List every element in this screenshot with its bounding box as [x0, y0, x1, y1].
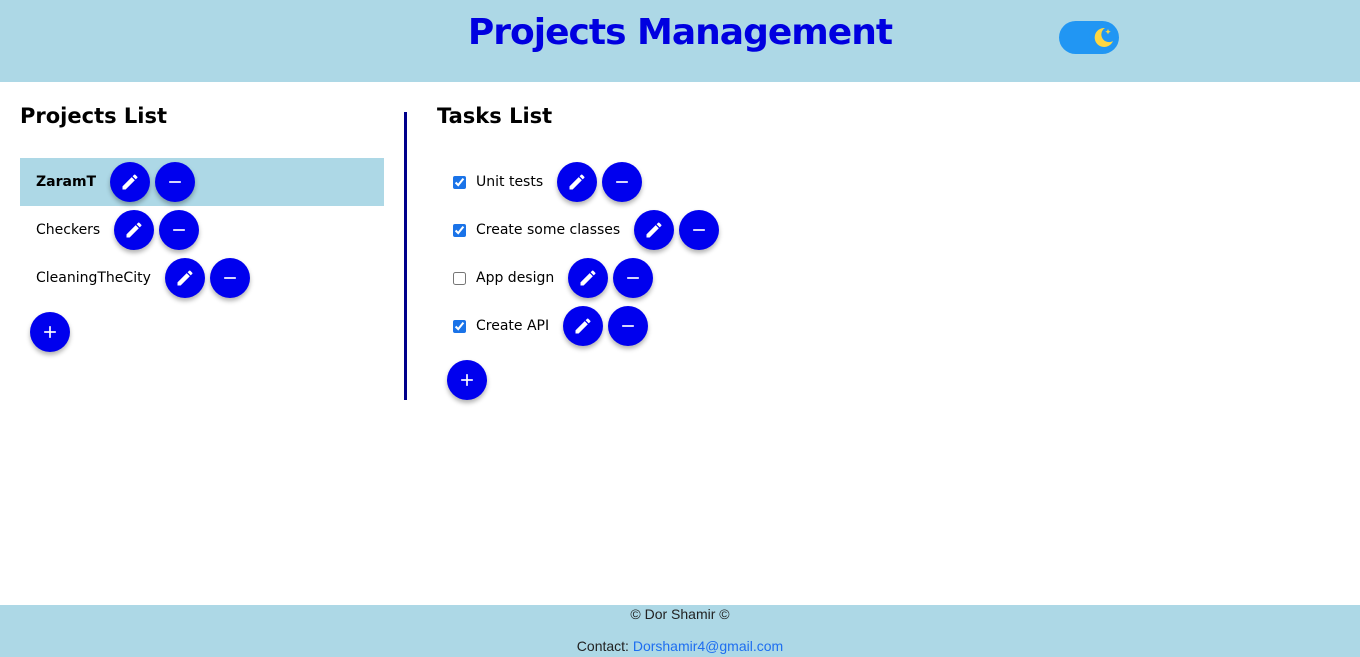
pencil-icon [646, 222, 662, 238]
project-name: Checkers [36, 222, 101, 238]
project-row-cleaningthecity[interactable]: CleaningTheCity [20, 254, 384, 302]
task-checkbox[interactable] [453, 223, 466, 237]
delete-project-button[interactable] [159, 210, 200, 250]
delete-task-button[interactable] [679, 210, 720, 250]
add-task-button[interactable] [447, 360, 487, 400]
contact-email-link[interactable]: Dorshamir4@gmail.com [633, 638, 783, 654]
moon-icon [1089, 24, 1116, 51]
minus-icon [693, 229, 706, 231]
delete-task-button[interactable] [608, 306, 649, 346]
edit-project-button[interactable] [164, 258, 205, 298]
copyright-text: © Dor Shamir © [630, 606, 730, 622]
plus-icon [44, 326, 56, 338]
edit-task-button[interactable] [563, 306, 604, 346]
pencil-icon [580, 270, 596, 286]
project-row-zaramt[interactable]: ZaramT [20, 158, 384, 206]
minus-icon [169, 181, 181, 183]
edit-project-button[interactable] [114, 210, 155, 250]
delete-task-button[interactable] [613, 258, 654, 298]
pencil-icon [126, 222, 142, 238]
minus-icon [173, 229, 186, 231]
task-checkbox[interactable] [453, 175, 466, 189]
task-label: Create API [476, 318, 550, 334]
project-row-checkers[interactable]: Checkers [20, 206, 384, 254]
add-project-button[interactable] [30, 312, 70, 352]
pencil-icon [569, 174, 585, 190]
minus-icon [622, 325, 634, 327]
app-header: Projects Management [0, 0, 1360, 82]
minus-icon [627, 277, 640, 279]
project-name: ZaramT [36, 174, 97, 190]
edit-project-button[interactable] [110, 162, 151, 202]
edit-task-button[interactable] [568, 258, 609, 298]
column-divider [404, 112, 407, 400]
tasks-list-title: Tasks List [437, 104, 553, 128]
task-row: Create API [453, 302, 653, 350]
task-row: Unit tests [453, 158, 647, 206]
theme-toggle[interactable] [1059, 21, 1119, 54]
projects-list-title: Projects List [20, 104, 168, 128]
contact-label: Contact: [576, 638, 633, 654]
delete-task-button[interactable] [602, 162, 643, 202]
pencil-icon [575, 318, 591, 334]
footer: © Dor Shamir © Contact: Dorshamir4@gmail… [0, 605, 1360, 657]
delete-project-button[interactable] [209, 258, 250, 298]
task-checkbox[interactable] [453, 319, 466, 333]
minus-icon [224, 277, 236, 279]
task-label: App design [476, 270, 555, 286]
edit-task-button[interactable] [557, 162, 598, 202]
project-name: CleaningTheCity [36, 270, 151, 286]
pencil-icon [177, 270, 193, 286]
delete-project-button[interactable] [155, 162, 196, 202]
task-checkbox[interactable] [453, 271, 466, 285]
task-row: Create some classes [453, 206, 724, 254]
task-label: Create some classes [476, 222, 621, 238]
task-label: Unit tests [476, 174, 544, 190]
contact-line: Contact: Dorshamir4@gmail.com [0, 638, 1360, 654]
minus-icon [616, 181, 628, 183]
task-row: App design [453, 254, 658, 302]
edit-task-button[interactable] [634, 210, 675, 250]
plus-icon [461, 374, 473, 386]
pencil-icon [122, 174, 138, 190]
app-title: Projects Management [467, 12, 893, 53]
